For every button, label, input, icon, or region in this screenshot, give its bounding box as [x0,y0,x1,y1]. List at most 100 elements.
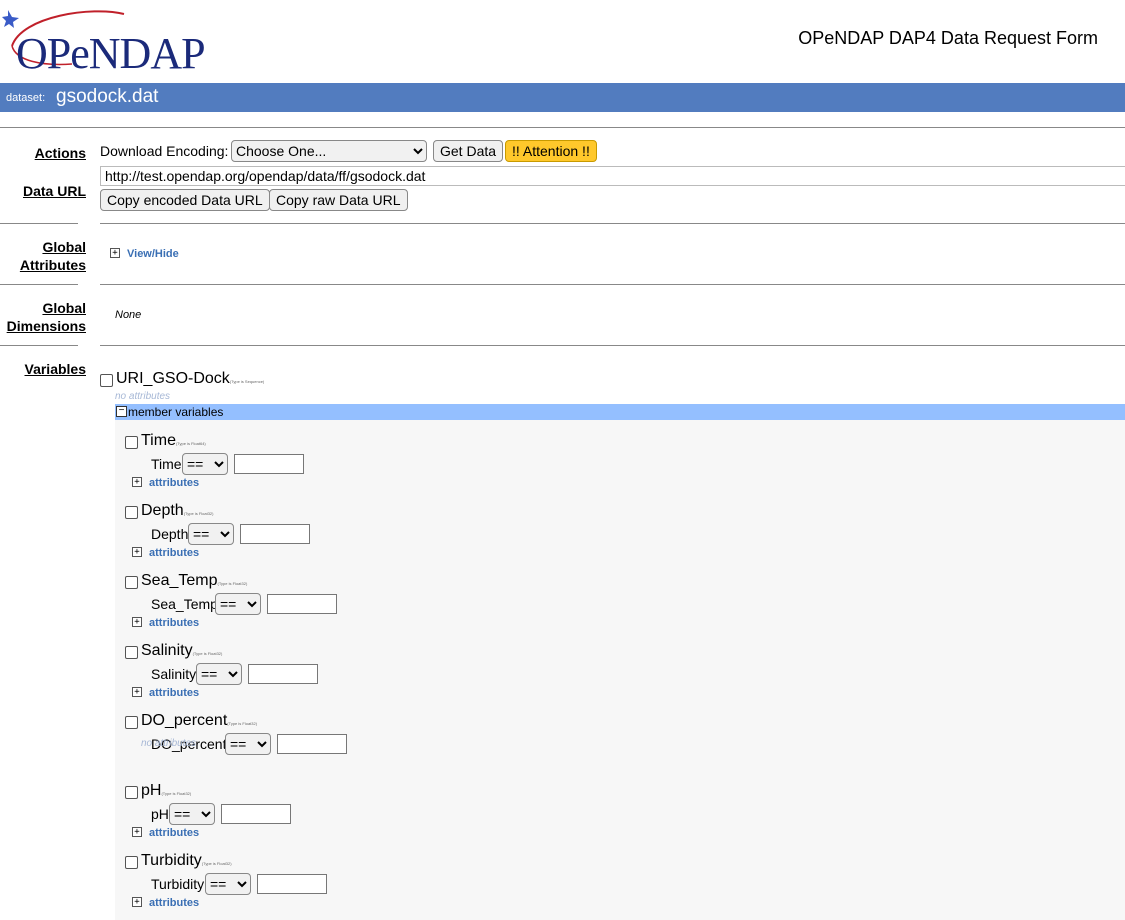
expand-plus-icon[interactable]: + [132,687,142,697]
variables-label: Variables [24,361,87,377]
variable-type-note: (Type is Float32) [217,581,248,586]
global-dimensions-label-line1: Global [42,300,86,316]
member-variables-bar[interactable] [115,404,1125,420]
variable-type-note: (Type is Float32) [161,791,192,796]
global-dimensions-label: Global Dimensions [7,299,86,335]
dataset-bar: dataset: gsodock.dat [0,83,1125,112]
variable-name-text: DO_percent [141,712,228,729]
variable-type-note: (Type is Float32) [201,861,232,866]
collapse-minus-icon[interactable]: − [116,406,127,417]
expand-plus-icon[interactable]: + [110,248,120,258]
variable-attributes-toggle[interactable]: attributes [149,547,199,559]
variable-name-text: Turbidity [141,852,202,869]
constraint-operator-select[interactable]: == [215,593,261,615]
variable-name-text: Sea_Temp [141,572,218,589]
attention-button[interactable]: !! Attention !! [505,140,597,162]
variable-attributes-toggle[interactable]: attributes [149,687,199,699]
constraint-value-input[interactable] [267,594,337,614]
constraint-field-label: Time [151,456,182,472]
expand-plus-icon[interactable]: + [132,547,142,557]
variable-checkbox[interactable] [125,646,138,659]
variable-name: Depth(Type is Float32) [141,502,214,520]
variable-name-text: Time [141,432,176,449]
variable-attributes-toggle[interactable]: attributes [149,477,199,489]
variable-name-text: Depth [141,502,184,519]
variable-type-note: (Type is Float64) [175,441,206,446]
logo-text: OPeNDAP [16,29,206,78]
constraint-value-input[interactable] [234,454,304,474]
sequence-name-text: URI_GSO-Dock [116,370,230,387]
constraint-field-label: Turbidity [151,876,205,892]
constraint-field-label: pH [151,806,169,822]
expand-plus-icon[interactable]: + [132,897,142,907]
variable-name-text: pH [141,782,162,799]
constraint-value-input[interactable] [221,804,291,824]
constraint-value-input[interactable] [277,734,347,754]
variable-attributes-toggle[interactable]: attributes [149,827,199,839]
divider [100,223,1125,224]
variable-type-note: (Type is Float32) [183,511,214,516]
constraint-operator-select[interactable]: == [182,453,228,475]
constraint-value-input[interactable] [257,874,327,894]
constraint-field-label: Depth [151,526,189,542]
constraint-value-input[interactable] [240,524,310,544]
constraint-field-label: Sea_Temp [151,596,218,612]
expand-plus-icon[interactable]: + [132,617,142,627]
divider [100,345,1125,346]
get-data-button[interactable]: Get Data [433,140,504,162]
actions-label: Actions [34,145,86,161]
member-variables-label: member variables [128,405,224,419]
variable-name: Time(Type is Float64) [141,432,206,450]
variable-checkbox[interactable] [125,786,138,799]
copy-raw-url-button[interactable]: Copy raw Data URL [269,189,408,211]
global-dimensions-value: None [115,309,142,321]
page-header: OPeNDAP OPeNDAP DAP4 Data Request Form [0,0,1125,82]
sequence-name: URI_GSO-Dock(Type is Sequence) [116,370,264,388]
dataset-name: gsodock.dat [56,86,159,107]
divider [0,284,78,285]
variable-checkbox[interactable] [125,436,138,449]
global-attributes-toggle[interactable]: View/Hide [127,248,179,260]
copy-encoded-url-button[interactable]: Copy encoded Data URL [100,189,270,211]
variable-no-attributes: no attributes [141,738,197,749]
constraint-operator-select[interactable]: == [225,733,271,755]
variable-name: Turbidity(Type is Float32) [141,852,232,870]
constraint-operator-select[interactable]: == [169,803,215,825]
variable-type-note: (Type is Float32) [192,651,223,656]
sequence-no-attributes: no attributes [115,391,171,402]
constraint-operator-select[interactable]: == [205,873,251,895]
variable-name: pH(Type is Float32) [141,782,191,800]
global-attributes-label-line1: Global [42,239,86,255]
variable-name: Sea_Temp(Type is Float32) [141,572,247,590]
divider [100,284,1125,285]
variable-checkbox[interactable] [125,716,138,729]
variable-name: Salinity(Type is Float32) [141,642,222,660]
constraint-operator-select[interactable]: == [196,663,242,685]
sequence-type-note: (Type is Sequence) [229,379,265,384]
constraint-value-input[interactable] [248,664,318,684]
divider [0,223,78,224]
variable-attributes-toggle[interactable]: attributes [149,617,199,629]
divider [0,345,78,346]
expand-plus-icon[interactable]: + [132,827,142,837]
data-url-label: Data URL [22,183,86,199]
constraint-field-label: Salinity [151,666,197,682]
expand-plus-icon[interactable]: + [132,477,142,487]
global-attributes-label-line2: Attributes [19,257,86,273]
variable-attributes-toggle[interactable]: attributes [149,897,199,909]
opendap-logo: OPeNDAP [2,6,232,78]
sequence-checkbox[interactable] [100,374,113,387]
variable-checkbox[interactable] [125,576,138,589]
variable-name: DO_percent(Type is Float32) [141,712,257,730]
dataset-label: dataset: [6,92,46,104]
data-url-input[interactable] [100,166,1125,186]
encoding-select[interactable]: Choose One... [231,140,427,162]
variable-name-text: Salinity [141,642,193,659]
variable-checkbox[interactable] [125,506,138,519]
global-attributes-label: Global Attributes [20,238,86,274]
variable-checkbox[interactable] [125,856,138,869]
variable-type-note: (Type is Float32) [227,721,258,726]
divider [0,127,1125,128]
download-encoding-label: Download Encoding: [100,143,229,159]
constraint-operator-select[interactable]: == [188,523,234,545]
